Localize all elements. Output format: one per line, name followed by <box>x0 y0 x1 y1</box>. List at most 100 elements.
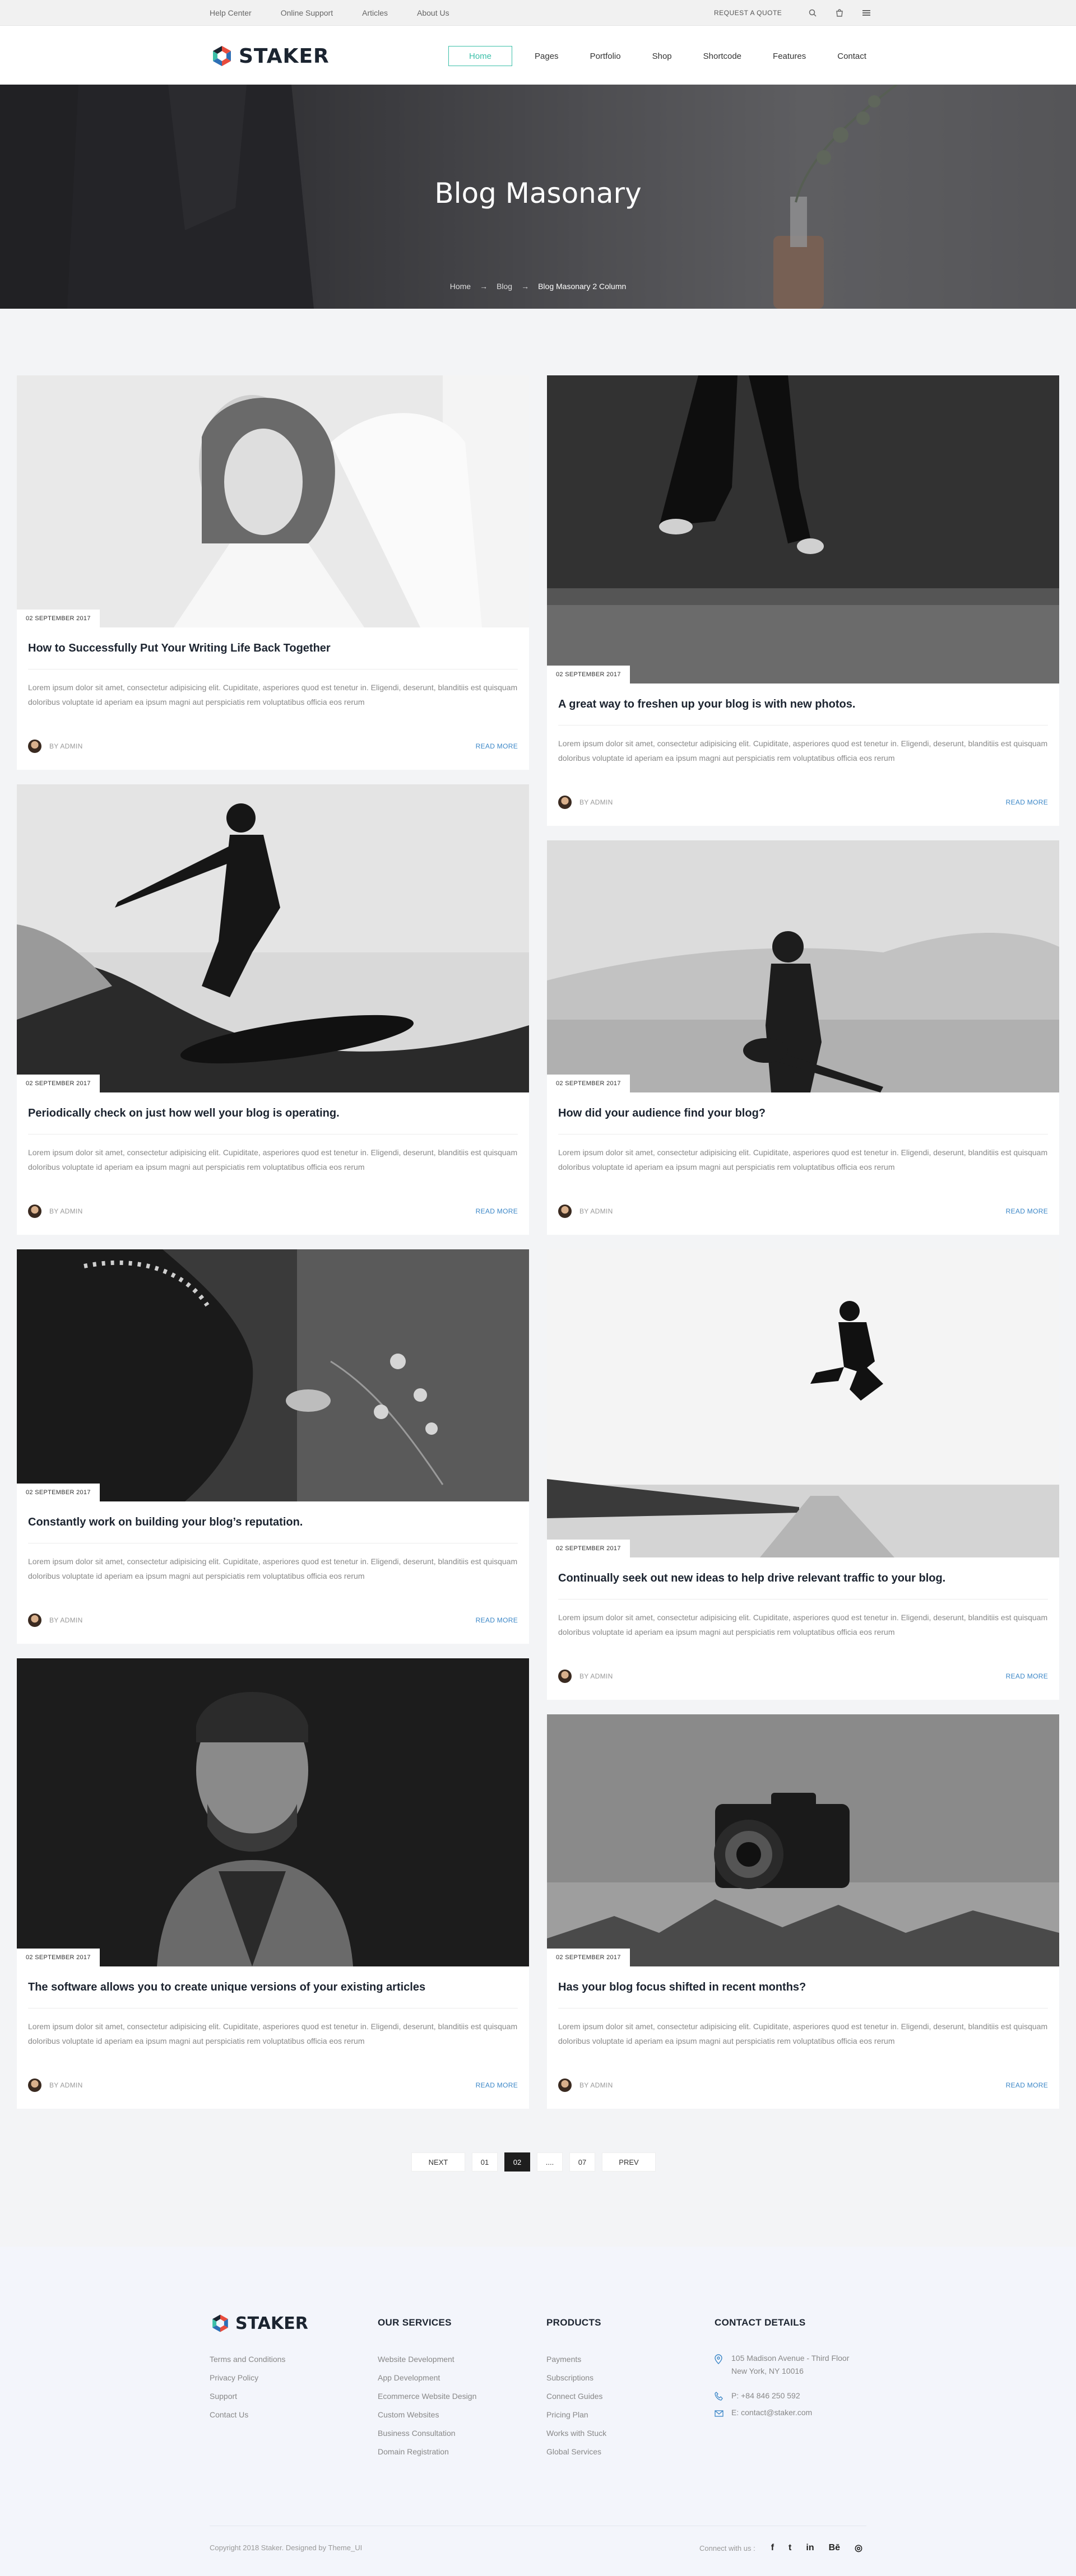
nav-shortcode[interactable]: Shortcode <box>688 46 757 66</box>
read-more-link[interactable]: READ MORE <box>476 742 518 750</box>
contact-email[interactable]: E: contact@staker.com <box>731 2408 812 2417</box>
footer-product-link[interactable]: Payments <box>546 2355 581 2364</box>
top-link-online-support[interactable]: Online Support <box>281 8 333 17</box>
nav-portfolio[interactable]: Portfolio <box>574 46 637 66</box>
post-excerpt: Lorem ipsum dolor sit amet, consectetur … <box>558 739 1048 762</box>
read-more-link[interactable]: READ MORE <box>1006 1207 1048 1215</box>
post-date: 02 SEPTEMBER 2017 <box>17 1484 100 1501</box>
main-nav: Home Pages Portfolio Shop Shortcode Feat… <box>448 46 882 66</box>
contact-phone[interactable]: P: +84 846 250 592 <box>731 2391 800 2400</box>
footer-services: OUR SERVICES Website Development App Dev… <box>378 2317 476 2456</box>
post-date: 02 SEPTEMBER 2017 <box>547 1949 630 1966</box>
avatar <box>558 796 572 809</box>
top-link-articles[interactable]: Articles <box>362 8 388 17</box>
post-image[interactable] <box>547 1714 1059 1966</box>
nav-features[interactable]: Features <box>757 46 822 66</box>
nav-pages[interactable]: Pages <box>519 46 574 66</box>
read-more-link[interactable]: READ MORE <box>1006 798 1048 806</box>
post-excerpt: Lorem ipsum dolor sit amet, consectetur … <box>28 1557 518 1580</box>
linkedin-icon[interactable]: in <box>806 2543 814 2553</box>
post-author: BY ADMIN <box>28 1205 83 1218</box>
footer-link-privacy[interactable]: Privacy Policy <box>210 2373 258 2382</box>
post-image[interactable] <box>17 784 529 1092</box>
post-image[interactable] <box>547 840 1059 1092</box>
footer-service-link[interactable]: Business Consultation <box>378 2429 456 2438</box>
pagination-page-01[interactable]: 01 <box>472 2152 498 2172</box>
read-more-link[interactable]: READ MORE <box>1006 2081 1048 2089</box>
footer-logo[interactable]: STAKER <box>210 2313 308 2334</box>
post-excerpt: Lorem ipsum dolor sit amet, consectetur … <box>558 1613 1048 1636</box>
breadcrumb-home[interactable]: Home <box>450 282 471 291</box>
post-excerpt: Lorem ipsum dolor sit amet, consectetur … <box>28 2022 518 2045</box>
post-title[interactable]: Has your blog focus shifted in recent mo… <box>558 1981 806 1994</box>
footer-product-link[interactable]: Subscriptions <box>546 2373 593 2382</box>
logo-text: STAKER <box>235 2313 308 2333</box>
footer-service-link[interactable]: Website Development <box>378 2355 454 2364</box>
pagination-page-02[interactable]: 02 <box>504 2152 530 2172</box>
read-more-link[interactable]: READ MORE <box>476 1207 518 1215</box>
post-title[interactable]: How did your audience find your blog? <box>558 1107 766 1120</box>
post-date: 02 SEPTEMBER 2017 <box>547 1540 630 1557</box>
cart-icon[interactable] <box>834 7 845 18</box>
footer-product-link[interactable]: Global Services <box>546 2447 601 2456</box>
footer-service-link[interactable]: App Development <box>378 2373 440 2382</box>
pagination-page-07[interactable]: 07 <box>569 2152 595 2172</box>
top-link-about-us[interactable]: About Us <box>417 8 449 17</box>
pagination: NEXT 01 02 .... 07 PREV <box>411 2152 662 2172</box>
footer-link-contact[interactable]: Contact Us <box>210 2410 248 2419</box>
avatar <box>558 2079 572 2092</box>
footer-service-link[interactable]: Domain Registration <box>378 2447 449 2456</box>
post-date: 02 SEPTEMBER 2017 <box>17 1949 100 1966</box>
nav-home[interactable]: Home <box>448 46 513 66</box>
logo-text: STAKER <box>239 44 330 68</box>
footer-link-support[interactable]: Support <box>210 2392 237 2401</box>
top-link-help-center[interactable]: Help Center <box>210 8 252 17</box>
nav-shop[interactable]: Shop <box>637 46 688 66</box>
breadcrumb: Home → Blog → Blog Masonary 2 Column <box>0 282 1076 291</box>
dribbble-icon[interactable]: ◎ <box>855 2542 862 2554</box>
top-links: Help Center Online Support Articles Abou… <box>210 0 479 26</box>
location-icon <box>715 2354 722 2364</box>
request-quote-link[interactable]: REQUEST A QUOTE <box>714 9 782 17</box>
breadcrumb-blog[interactable]: Blog <box>497 282 512 291</box>
author-name: BY ADMIN <box>49 1616 83 1624</box>
main-header: STAKER Home Pages Portfolio Shop Shortco… <box>0 26 1076 85</box>
footer-product-link[interactable]: Connect Guides <box>546 2392 602 2401</box>
footer: STAKER Terms and Conditions Privacy Poli… <box>0 2247 1076 2576</box>
avatar <box>558 1670 572 1683</box>
post-image[interactable] <box>17 1249 529 1501</box>
footer-service-link[interactable]: Custom Websites <box>378 2410 439 2419</box>
post-author: BY ADMIN <box>558 1670 613 1683</box>
top-bar: Help Center Online Support Articles Abou… <box>0 0 1076 26</box>
post-title[interactable]: A great way to freshen up your blog is w… <box>558 698 855 711</box>
nav-contact[interactable]: Contact <box>822 46 882 66</box>
search-icon[interactable] <box>807 7 818 18</box>
footer-products: PRODUCTS Payments Subscriptions Connect … <box>546 2317 606 2456</box>
behance-icon[interactable]: Bē <box>829 2543 840 2553</box>
post-title[interactable]: Constantly work on building your blog’s … <box>28 1516 303 1529</box>
author-name: BY ADMIN <box>49 1207 83 1215</box>
post-title[interactable]: How to Successfully Put Your Writing Lif… <box>28 642 331 655</box>
footer-product-link[interactable]: Pricing Plan <box>546 2410 588 2419</box>
email-icon <box>715 2410 723 2417</box>
post-image[interactable] <box>17 1658 529 1966</box>
post-image[interactable] <box>547 375 1059 683</box>
footer-services-title: OUR SERVICES <box>378 2317 452 2328</box>
post-title[interactable]: Periodically check on just how well your… <box>28 1107 340 1120</box>
post-title[interactable]: Continually seek out new ideas to help d… <box>558 1572 945 1585</box>
post-image[interactable] <box>17 375 529 627</box>
footer-link-terms[interactable]: Terms and Conditions <box>210 2355 285 2364</box>
post-title[interactable]: The software allows you to create unique… <box>28 1981 425 1994</box>
footer-product-link[interactable]: Works with Stuck <box>546 2429 606 2438</box>
post-image[interactable] <box>547 1249 1059 1557</box>
footer-service-link[interactable]: Ecommerce Website Design <box>378 2392 476 2401</box>
logo[interactable]: STAKER <box>210 44 330 68</box>
pagination-next[interactable]: NEXT <box>411 2152 465 2172</box>
read-more-link[interactable]: READ MORE <box>476 2081 518 2089</box>
twitter-icon[interactable]: t <box>789 2543 791 2553</box>
menu-icon[interactable] <box>861 7 872 18</box>
pagination-prev[interactable]: PREV <box>602 2152 656 2172</box>
read-more-link[interactable]: READ MORE <box>1006 1672 1048 1680</box>
facebook-icon[interactable]: f <box>771 2543 774 2553</box>
read-more-link[interactable]: READ MORE <box>476 1616 518 1624</box>
